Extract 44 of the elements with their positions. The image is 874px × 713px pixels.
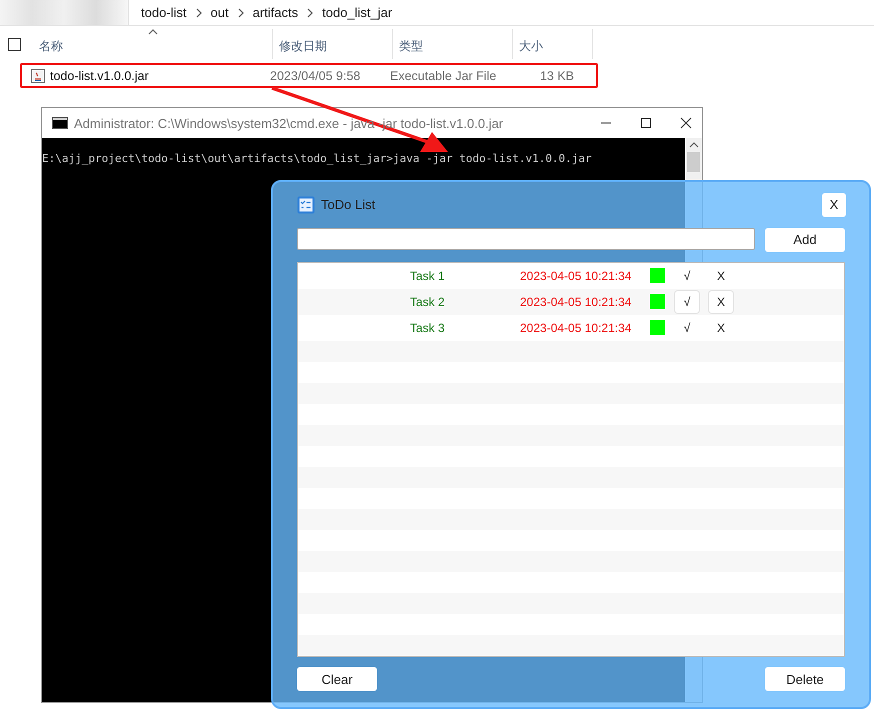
console-line: E:\ajj_project\todo-list\out\artifacts\todo_list_jar>java -jar todo-list.v1.0.0.jar — [42, 152, 593, 165]
remove-button[interactable]: X — [709, 264, 733, 287]
breadcrumb[interactable]: todo-list — [141, 5, 187, 20]
checkbox[interactable] — [8, 38, 21, 50]
column-header[interactable]: 名称 — [33, 29, 273, 59]
column-header[interactable]: 大小 — [513, 29, 593, 59]
chevron-icon — [196, 8, 202, 18]
modified-date: 2023/04/05 9:58 — [269, 68, 362, 82]
remove-button[interactable]: X — [709, 316, 733, 339]
file-name: todo-list.v1.0.0.jar — [50, 68, 149, 82]
task-name: Task 1 — [410, 268, 446, 283]
chevron-icon — [307, 8, 314, 18]
file-size: 13 KB — [538, 68, 575, 82]
breadcrumb[interactable]: artifacts — [252, 5, 298, 20]
breadcrumb[interactable]: todo_list_jar — [322, 5, 392, 20]
remove-button[interactable]: X — [709, 290, 733, 313]
done-button[interactable]: √ — [675, 316, 699, 339]
scroll-thumb[interactable] — [687, 152, 700, 172]
console-icon — [52, 117, 68, 129]
window-title: ToDo List — [321, 197, 376, 212]
task-time: 2023-04-05 10:21:34 — [520, 294, 632, 309]
done-button[interactable]: √ — [675, 264, 699, 287]
jar-file-icon — [30, 68, 46, 84]
task-time: 2023-04-05 10:21:34 — [520, 268, 632, 283]
close-button[interactable]: X — [822, 192, 846, 217]
task-name: Task 2 — [410, 294, 446, 309]
task-input-field[interactable] — [297, 228, 755, 250]
delete-button[interactable]: Delete — [765, 667, 845, 691]
done-button[interactable]: √ — [675, 290, 699, 313]
sort-caret-icon — [148, 29, 158, 35]
task-time: 2023-04-05 10:21:34 — [520, 320, 632, 335]
task-name: Task 3 — [410, 320, 446, 335]
maximize-icon[interactable] — [640, 117, 652, 129]
checklist-icon — [297, 196, 315, 214]
breadcrumb[interactable]: out — [210, 5, 229, 20]
chevron-icon — [238, 8, 244, 18]
scroll-up-icon[interactable] — [688, 142, 698, 148]
clear-button[interactable]: Clear — [297, 667, 377, 691]
column-header[interactable]: 类型 — [393, 29, 513, 59]
file-type: Executable Jar File — [389, 68, 498, 82]
add-button[interactable]: Add — [765, 228, 845, 252]
close-icon[interactable] — [680, 117, 692, 129]
column-header[interactable]: 修改日期 — [273, 29, 393, 59]
file-row[interactable]: todo-list.v1.0.0.jar 2023/04/05 9:58 Executable Jar File 13 KB — [20, 63, 598, 88]
